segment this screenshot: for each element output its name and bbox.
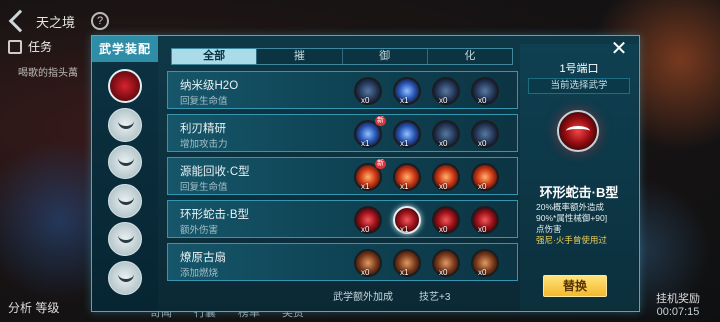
skill-desc: 增加攻击力 <box>180 139 228 150</box>
skill-gem-icon[interactable]: x1 <box>393 249 421 277</box>
skill-name: 利刃精研 <box>180 123 226 135</box>
skill-gem-icon[interactable]: x0 <box>354 206 382 234</box>
skill-row[interactable]: 燎原古扇添加燃烧 x0 x1 x0 x0 <box>167 243 518 281</box>
bonus-label: 武学额外加成 <box>333 292 393 303</box>
skill-desc: 回复生命值 <box>180 182 228 193</box>
skill-row[interactable]: 纳米级H2O 回复生命值 x0 x1 x0 x0 <box>167 71 518 109</box>
task-label: 任务 <box>28 40 53 54</box>
task-icon <box>8 39 22 54</box>
tab-0[interactable]: 全部 <box>172 49 258 64</box>
skill-name: 燎原古扇 <box>180 252 226 264</box>
skill-gem-icon[interactable]: x0 <box>354 249 382 277</box>
gem-count: x0 <box>361 225 370 234</box>
gem-count: x0 <box>361 96 370 105</box>
bonus-value: 技艺+3 <box>419 292 451 303</box>
skill-gem-icon[interactable]: x1 <box>393 77 421 105</box>
replace-button[interactable]: 替换 <box>543 275 607 297</box>
idle-reward-label: 挂机奖励 <box>656 293 700 305</box>
skill-gem-icon[interactable]: x1 <box>393 163 421 191</box>
port-label: 1号端口 <box>559 63 599 75</box>
equip-slot[interactable] <box>108 108 142 142</box>
skill-name: 环形蛇击·B型 <box>180 209 249 221</box>
filter-tabs: 全部摧御化 <box>171 48 513 65</box>
gem-count: x0 <box>439 139 448 148</box>
gem-count: x1 <box>400 182 409 191</box>
gem-count: x1 <box>361 182 370 191</box>
empty-slot-icon <box>118 235 134 243</box>
idle-reward-timer: 00:07:15 <box>656 306 700 318</box>
idle-reward[interactable]: 挂机奖励 00:07:15 <box>656 290 700 318</box>
bottom-left-label: 分析 等级 <box>8 301 60 315</box>
gem-count: x0 <box>478 96 487 105</box>
gem-count: x1 <box>400 268 409 277</box>
gem-count: x0 <box>439 182 448 191</box>
gem-count: x0 <box>361 268 370 277</box>
skill-desc: 额外伤害 <box>180 225 219 236</box>
gem-count: x0 <box>478 182 487 191</box>
gem-count: x1 <box>361 139 370 148</box>
skill-gem-icon[interactable]: x0 <box>471 120 499 148</box>
skill-gem-icon[interactable]: x0 <box>432 77 460 105</box>
close-icon[interactable]: ✕ <box>610 39 628 59</box>
top-bar: 天之境 ? <box>0 8 110 34</box>
gem-count: x1 <box>400 225 409 234</box>
skill-gem-icon[interactable]: x1 <box>393 206 421 234</box>
skill-gem-icon[interactable]: x0 <box>432 249 460 277</box>
skill-gem-icon[interactable]: x1 <box>393 120 421 148</box>
help-icon[interactable]: ? <box>91 12 110 30</box>
gem-count: x0 <box>439 268 448 277</box>
equip-slot[interactable] <box>108 261 142 295</box>
gem-count: x0 <box>439 225 448 234</box>
equip-slot[interactable] <box>108 222 142 256</box>
skill-name: 源能回收·C型 <box>180 166 250 178</box>
gem-count: x0 <box>478 268 487 277</box>
skill-gem-icon[interactable]: x1 新 <box>354 159 386 191</box>
gem-count: x0 <box>439 96 448 105</box>
skill-gem-icon[interactable]: x0 <box>432 120 460 148</box>
skill-gem-icon[interactable]: x0 <box>354 77 382 105</box>
skill-desc: 回复生命值 <box>180 96 228 107</box>
new-badge: 新 <box>375 116 386 126</box>
current-selection-label: 当前选择武学 <box>528 78 630 94</box>
empty-slot-icon <box>118 197 134 205</box>
selected-skill-name: 环形蛇击·B型 <box>539 185 619 200</box>
skill-list: 全部摧御化 纳米级H2O 回复生命值 x0 x1 x0 x0 利刃精研 增加攻击力 x1 新 x1 x… <box>165 44 520 309</box>
gem-count: x0 <box>478 225 487 234</box>
skill-gem-icon[interactable]: x0 <box>471 249 499 277</box>
task-tracker[interactable]: 任务 <box>8 38 52 55</box>
skill-row[interactable]: 利刃精研增加攻击力 x1 新 x1 x0 x0 <box>167 114 518 152</box>
gem-count: x1 <box>400 139 409 148</box>
equip-slot[interactable] <box>108 145 142 179</box>
tab-2[interactable]: 御 <box>343 49 428 64</box>
empty-slot-icon <box>118 121 134 129</box>
skill-gem-icon[interactable]: x1 新 <box>354 116 386 148</box>
selected-skill-desc: 20%概率额外造成 90%*属性械御+90] 点伤害 强尼·火手曾使用过 <box>536 202 608 245</box>
empty-slot-icon <box>118 158 134 166</box>
equip-slot[interactable] <box>108 184 142 218</box>
skill-name: 纳米级H2O <box>180 80 239 92</box>
new-badge: 新 <box>375 159 386 169</box>
selected-skill-icon <box>557 110 599 152</box>
skill-gem-icon[interactable]: x0 <box>432 206 460 234</box>
skill-row[interactable]: 源能回收·C型 回复生命值 x1 新 x1 x0 x0 <box>167 157 518 195</box>
tab-3[interactable]: 化 <box>428 49 512 64</box>
skill-gem-icon[interactable]: x0 <box>432 163 460 191</box>
skill-desc: 添加燃烧 <box>180 268 219 279</box>
empty-slot-icon <box>118 274 134 282</box>
scene-title: 天之境 <box>36 14 76 30</box>
skill-gem-icon[interactable]: x0 <box>471 206 499 234</box>
equip-slot-active[interactable] <box>108 69 142 103</box>
skill-gem-icon[interactable]: x0 <box>471 163 499 191</box>
task-subtitle: 喝歌的指头萬 <box>18 68 78 79</box>
panel-title: 武学装配 <box>92 36 158 62</box>
tab-1[interactable]: 摧 <box>257 49 343 64</box>
back-arrow-icon[interactable] <box>8 9 32 33</box>
gem-count: x0 <box>478 139 487 148</box>
gem-count: x1 <box>400 96 409 105</box>
skill-row[interactable]: 环形蛇击·B型 额外伤害 x0 x1 x0 x0 <box>167 200 518 238</box>
skill-gem-icon[interactable]: x0 <box>471 77 499 105</box>
